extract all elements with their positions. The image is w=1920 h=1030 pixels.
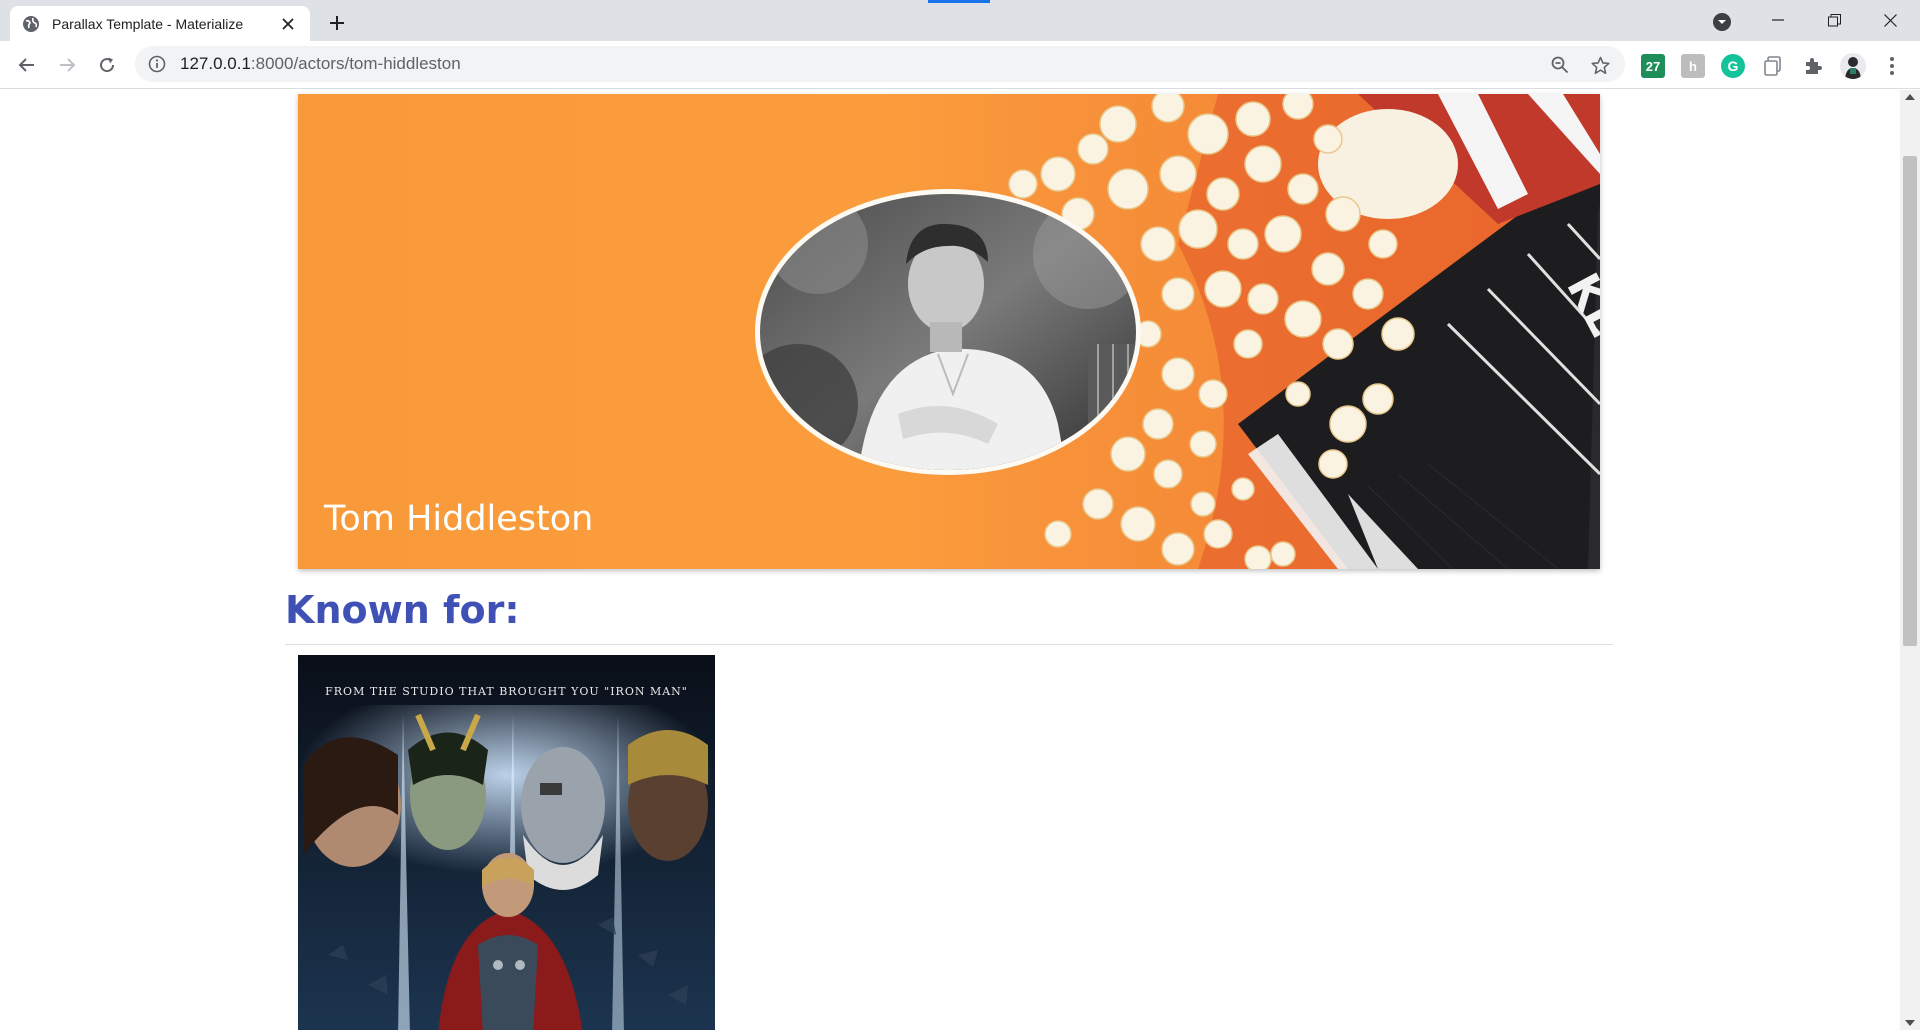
known-for-heading: Known for:: [285, 588, 520, 632]
actor-hero-banner: KE Tom Hiddleston: [298, 94, 1600, 569]
actor-name: Tom Hiddleston: [324, 499, 594, 539]
browser-tab[interactable]: Parallax Template - Materialize: [10, 6, 310, 41]
globe-icon: [23, 15, 39, 32]
movie-poster-card[interactable]: FROM THE STUDIO THAT BROUGHT YOU "IRON M…: [298, 655, 715, 1030]
movie-poster-art: [298, 655, 715, 1030]
hero-background-art: KE: [755, 94, 1600, 569]
avatar[interactable]: [1840, 53, 1866, 79]
restore-icon[interactable]: [1806, 0, 1862, 40]
browser-toolbar: 127.0.0.1:8000/actors/tom-hiddleston 27 …: [0, 41, 1920, 89]
copy-extension-icon[interactable]: [1761, 54, 1785, 78]
tab-search-icon[interactable]: [1712, 12, 1732, 32]
menu-icon[interactable]: [1880, 54, 1904, 78]
address-bar[interactable]: 127.0.0.1:8000/actors/tom-hiddleston: [135, 46, 1625, 82]
calendar-extension-icon[interactable]: 27: [1641, 54, 1665, 78]
scrollbar-thumb[interactable]: [1903, 156, 1917, 646]
reload-icon[interactable]: [93, 51, 121, 79]
grammarly-icon[interactable]: G: [1721, 54, 1745, 78]
back-icon[interactable]: [13, 51, 41, 79]
close-icon[interactable]: [278, 14, 298, 34]
scroll-up-arrow[interactable]: [1905, 94, 1915, 100]
window-close-icon[interactable]: [1862, 0, 1918, 40]
url-host: 127.0.0.1: [180, 54, 251, 73]
tab-drag-indicator: [928, 0, 990, 3]
info-icon[interactable]: [148, 55, 166, 73]
plus-icon[interactable]: [324, 10, 350, 36]
vertical-scrollbar[interactable]: [1900, 90, 1920, 1030]
puzzle-icon[interactable]: [1801, 54, 1825, 78]
scroll-down-arrow[interactable]: [1905, 1020, 1915, 1026]
browser-tabstrip: Parallax Template - Materialize: [0, 0, 1920, 41]
forward-icon[interactable]: [53, 51, 81, 79]
poster-tagline: FROM THE STUDIO THAT BROUGHT YOU "IRON M…: [325, 685, 688, 698]
star-icon[interactable]: [1589, 54, 1611, 76]
zoom-icon[interactable]: [1549, 54, 1571, 76]
url-path: :8000/actors/tom-hiddleston: [250, 54, 461, 73]
minimize-icon[interactable]: [1750, 0, 1806, 40]
h-extension-icon[interactable]: h: [1681, 54, 1705, 78]
section-divider: [285, 644, 1613, 645]
page-viewport: KE Tom Hiddleston Known for: FROM THE ST…: [0, 90, 1920, 1030]
tab-title: Parallax Template - Materialize: [52, 15, 244, 32]
url-text: 127.0.0.1:8000/actors/tom-hiddleston: [180, 54, 461, 74]
